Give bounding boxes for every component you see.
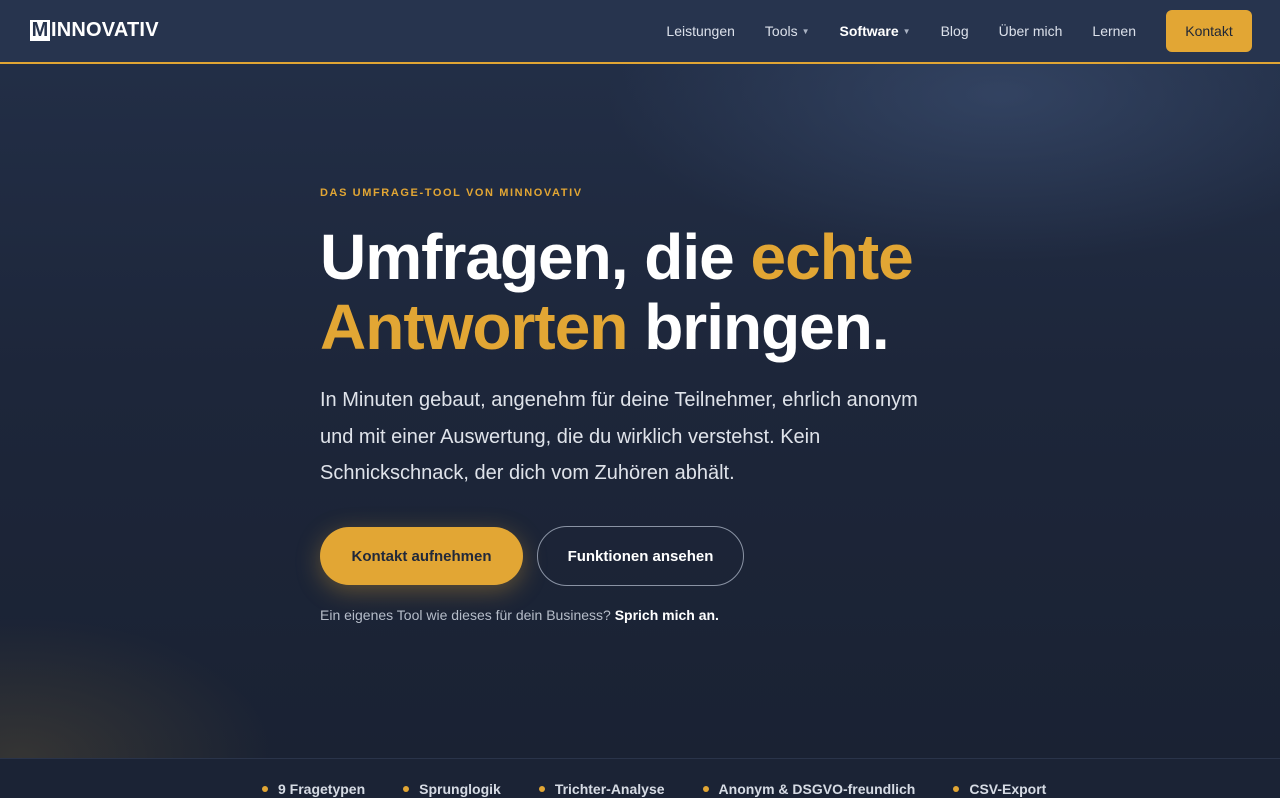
- hero-subnote: Ein eigenes Tool wie dieses für dein Bus…: [320, 607, 719, 623]
- nav-item-lernen[interactable]: Lernen: [1092, 23, 1136, 39]
- nav-item-leistungen[interactable]: Leistungen: [666, 23, 735, 39]
- feature-item: Sprunglogik: [403, 781, 501, 797]
- contact-cta-button[interactable]: Kontakt aufnehmen: [320, 527, 523, 585]
- feature-strip: 9 Fragetypen Sprunglogik Trichter-Analys…: [0, 758, 1280, 798]
- logo-text: INNOVATIV: [51, 18, 159, 41]
- chevron-down-icon: ▼: [902, 26, 911, 36]
- feature-item: Anonym & DSGVO-freundlich: [702, 781, 915, 797]
- bullet-dot-icon: [702, 786, 709, 792]
- kontakt-nav-button[interactable]: Kontakt: [1166, 10, 1252, 52]
- features-cta-button[interactable]: Funktionen ansehen: [537, 526, 744, 586]
- hero-section: DAS UMFRAGE-TOOL VON MINNOVATIV Umfragen…: [0, 64, 1280, 758]
- feature-item: Trichter-Analyse: [538, 781, 665, 797]
- bullet-dot-icon: [538, 786, 545, 792]
- nav-item-blog[interactable]: Blog: [941, 23, 969, 39]
- hero-headline: Umfragen, die echte Antworten bringen.: [320, 221, 914, 363]
- hero-lead-text: In Minuten gebaut, angenehm für deine Te…: [320, 389, 918, 484]
- nav-item-software[interactable]: Software ▼: [840, 23, 911, 39]
- feature-item: 9 Fragetypen: [262, 781, 365, 797]
- navbar: M INNOVATIV Leistungen Tools ▼ Software ▼ …: [0, 0, 1280, 64]
- brand-logo[interactable]: M INNOVATIV: [30, 19, 159, 41]
- logo-mark-icon: M: [30, 19, 50, 41]
- main-nav: Leistungen Tools ▼ Software ▼ Blog Über mi…: [666, 0, 1136, 62]
- bullet-dot-icon: [403, 786, 410, 792]
- chevron-down-icon: ▼: [801, 26, 810, 36]
- feature-list: 9 Fragetypen Sprunglogik Trichter-Analys…: [262, 781, 1046, 797]
- nav-item-tools[interactable]: Tools ▼: [765, 23, 810, 39]
- bullet-dot-icon: [262, 786, 268, 792]
- hero-eyebrow: DAS UMFRAGE-TOOL VON MINNOVATIV: [320, 187, 583, 199]
- bullet-dot-icon: [953, 786, 960, 792]
- nav-item-ueber-mich[interactable]: Über mich: [999, 23, 1063, 39]
- contact-link[interactable]: Sprich mich an.: [615, 607, 719, 623]
- feature-item: CSV-Export: [953, 781, 1046, 797]
